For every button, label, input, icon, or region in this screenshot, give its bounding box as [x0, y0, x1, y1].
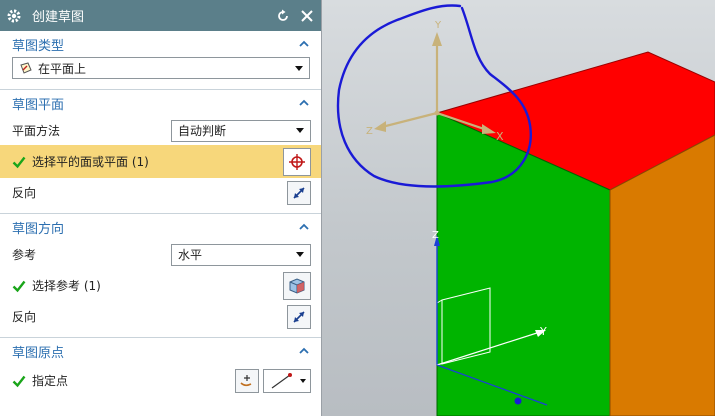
select-reference-row[interactable]: 选择参考 (1) [12, 269, 311, 302]
point-constructor-icon [240, 374, 252, 386]
sketch-type-value: 在平面上 [38, 61, 87, 76]
collapse-icon[interactable] [297, 37, 311, 51]
sketch-direction-header[interactable]: 草图方向 [0, 214, 321, 240]
reference-select[interactable]: 水平 [171, 243, 311, 266]
check-icon [12, 280, 26, 292]
plane-method-select[interactable]: 自动判断 [171, 119, 311, 142]
sketch-type-header[interactable]: 草图类型 [0, 31, 321, 57]
select-reference-label: 选择参考 (1) [32, 279, 101, 293]
reference-selector-button[interactable] [283, 271, 311, 300]
check-icon [12, 375, 26, 387]
y-axis-label: Y [434, 20, 442, 31]
sketch-plane-section: 草图平面 平面方法 自动判断 选择平的面或平面 (1) 反向 [0, 89, 321, 213]
plane-reverse-label: 反向 [12, 186, 37, 200]
model-canvas[interactable]: Z Y Y X Z [322, 0, 715, 416]
sketch-plane-header[interactable]: 草图平面 [0, 90, 321, 116]
reset-button[interactable] [273, 6, 293, 26]
z-axis-label: Z [366, 126, 373, 137]
chevron-down-icon [296, 128, 304, 133]
plane-method-label: 平面方法 [12, 124, 61, 138]
reverse-direction-icon [293, 186, 305, 199]
face-z-axis-label: Z [432, 230, 439, 241]
point-line-icon [271, 372, 292, 388]
x-axis-label: X [496, 130, 504, 143]
plane-reverse-button[interactable] [287, 180, 311, 205]
gear-icon[interactable] [6, 8, 22, 24]
plane-method-value: 自动判断 [178, 124, 227, 138]
sketch-type-section: 草图类型 在平面上 [0, 31, 321, 89]
create-sketch-dialog: 创建草图 草图类型 在平面上 草图平面 平面方法 自动判断 选择平的面或平面 (… [0, 0, 322, 416]
specify-point-label: 指定点 [32, 374, 69, 388]
sketch-origin-header[interactable]: 草图原点 [0, 338, 321, 364]
collapse-icon[interactable] [297, 344, 311, 358]
sketch-type-select[interactable]: 在平面上 [12, 57, 310, 79]
direction-reverse-label: 反向 [12, 310, 37, 324]
close-icon [301, 9, 313, 22]
sketch-origin-section: 草图原点 指定点 [0, 337, 321, 403]
crosshair-icon [289, 153, 305, 170]
select-plane-label: 选择平的面或平面 (1) [32, 155, 149, 169]
chevron-down-icon [300, 378, 306, 383]
point-dialog-button[interactable] [235, 368, 259, 393]
check-icon [12, 156, 26, 168]
sketch-on-plane-icon [20, 62, 32, 74]
sketch-direction-section: 草图方向 参考 水平 选择参考 (1) 反向 [0, 213, 321, 337]
specify-point-row[interactable]: 指定点 [12, 364, 311, 397]
sketch-plane-title: 草图平面 [12, 97, 65, 113]
close-button[interactable] [297, 6, 317, 26]
chevron-down-icon [295, 65, 303, 71]
reference-value: 水平 [178, 248, 203, 262]
sketch-type-title: 草图类型 [12, 38, 65, 54]
dialog-title: 创建草图 [32, 10, 85, 25]
face-y-axis-label: Y [539, 325, 547, 338]
sketch-origin-title: 草图原点 [12, 345, 65, 361]
dialog-titlebar: 创建草图 [0, 0, 321, 31]
collapse-icon[interactable] [297, 96, 311, 110]
plane-selector-button[interactable] [283, 147, 311, 176]
face-edge-icon [289, 277, 305, 294]
select-plane-row[interactable]: 选择平的面或平面 (1) [0, 145, 321, 178]
point-type-dropdown[interactable] [263, 368, 311, 393]
graphics-viewport[interactable]: Z Y Y X Z [322, 0, 715, 416]
direction-reverse-button[interactable] [287, 304, 311, 329]
reference-label: 参考 [12, 248, 37, 262]
collapse-icon[interactable] [297, 220, 311, 234]
chevron-down-icon [296, 252, 304, 257]
reverse-direction-icon [293, 310, 305, 323]
reset-icon [278, 9, 288, 21]
sketch-direction-title: 草图方向 [12, 221, 65, 237]
